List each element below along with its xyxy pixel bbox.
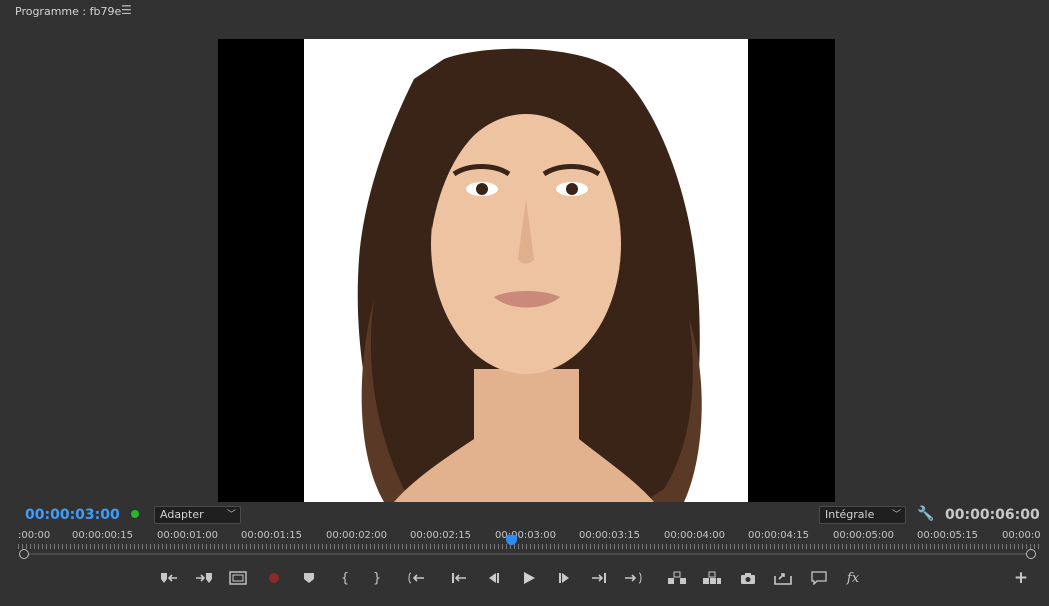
panel-header: Programme : fb79e ☰ (4, 0, 1045, 24)
extract-icon (703, 571, 721, 584)
ruler-label: 00:00:04:00 (664, 530, 726, 541)
step-back-edit-icon (452, 573, 466, 583)
step-forward-icon (559, 573, 569, 583)
extract-button[interactable] (701, 566, 723, 590)
program-monitor-panel: Programme : fb79e ☰ 00:00:03:00 Adapter … (4, 0, 1045, 600)
step-back-edit-button[interactable] (448, 566, 470, 590)
step-forward-edit-button[interactable] (588, 566, 610, 590)
ruler-label: 00:00:02:00 (326, 530, 388, 541)
mark-in-button[interactable] (158, 566, 180, 590)
step-back-icon (489, 573, 499, 583)
ruler-label: 00:00:0 (1002, 530, 1041, 541)
comment-button[interactable] (808, 566, 830, 590)
lift-button[interactable] (666, 566, 688, 590)
go-to-in-button[interactable] (406, 566, 428, 590)
transport-controls: { } fx + (4, 566, 1049, 592)
time-ruler[interactable]: :00:00 00:00:00:15 00:00:01:00 00:00:01:… (18, 528, 1041, 550)
step-forward-button[interactable] (554, 566, 576, 590)
mark-in-icon (161, 573, 177, 583)
go-to-out-icon (625, 572, 642, 584)
chevron-down-icon: ﹀ (891, 510, 901, 520)
safe-margins-icon (229, 571, 247, 585)
ruler-label: 00:00:01:00 (157, 530, 219, 541)
camera-icon (741, 572, 755, 584)
play-button[interactable] (518, 566, 540, 590)
step-forward-edit-icon (592, 573, 606, 583)
effects-button[interactable]: fx (842, 566, 864, 590)
add-marker-button[interactable] (298, 566, 320, 590)
zoom-scrollbar[interactable] (23, 553, 1034, 555)
lift-icon (668, 571, 686, 584)
step-back-button[interactable] (482, 566, 504, 590)
compare-view-button[interactable] (772, 566, 794, 590)
hamburger-menu-icon[interactable]: ☰ (121, 3, 132, 17)
brace-open-icon: { (340, 570, 350, 586)
portrait-image (357, 48, 702, 502)
video-frame (304, 39, 748, 502)
zoom-select-value: Adapter (160, 508, 204, 521)
resolution-select-value: Intégrale (825, 508, 875, 521)
fx-icon: fx (846, 570, 860, 586)
mark-out-icon (196, 573, 212, 583)
duration-timecode: 00:00:06:00 (945, 507, 1040, 523)
zoom-scrollbar-right-handle[interactable] (1026, 549, 1036, 559)
ruler-label: 00:00:05:15 (917, 530, 979, 541)
current-timecode[interactable]: 00:00:03:00 (25, 507, 120, 523)
plus-icon: + (1013, 568, 1029, 588)
brace-close-icon: } (372, 570, 382, 586)
export-icon (774, 573, 792, 585)
ruler-label: 00:00:00:15 (72, 530, 134, 541)
resolution-select[interactable]: Intégrale ﹀ (819, 506, 906, 524)
marker-icon (304, 573, 314, 583)
ruler-label: 00:00:03:15 (579, 530, 641, 541)
ruler-label: 00:00:01:15 (241, 530, 303, 541)
ruler-label: 00:00:02:15 (410, 530, 472, 541)
mark-out-button[interactable] (193, 566, 215, 590)
ruler-label: 00:00:03:00 (495, 530, 557, 541)
record-icon (269, 573, 279, 583)
status-dot (131, 510, 139, 518)
add-button[interactable]: + (1010, 566, 1032, 590)
record-button[interactable] (263, 566, 285, 590)
play-icon (524, 572, 535, 584)
program-monitor-viewer[interactable] (218, 39, 835, 502)
ruler-label: :00:00 (18, 530, 51, 541)
panel-title[interactable]: Programme : fb79e (15, 5, 121, 18)
zoom-scrollbar-left-handle[interactable] (19, 549, 29, 559)
go-to-in-icon (408, 572, 424, 584)
zoom-select[interactable]: Adapter ﹀ (154, 506, 241, 524)
ruler-label: 00:00:05:00 (833, 530, 895, 541)
go-to-out-button[interactable] (622, 566, 644, 590)
wrench-icon[interactable]: 🔧 (917, 506, 934, 522)
ruler-ticks (18, 544, 1040, 549)
ruler-label: 00:00:04:15 (748, 530, 810, 541)
safe-margins-button[interactable] (227, 566, 249, 590)
mark-in-brace-button[interactable]: { (334, 566, 356, 590)
comment-icon (811, 571, 827, 585)
chevron-down-icon: ﹀ (226, 510, 236, 520)
export-frame-button[interactable] (737, 566, 759, 590)
mark-out-brace-button[interactable]: } (366, 566, 388, 590)
